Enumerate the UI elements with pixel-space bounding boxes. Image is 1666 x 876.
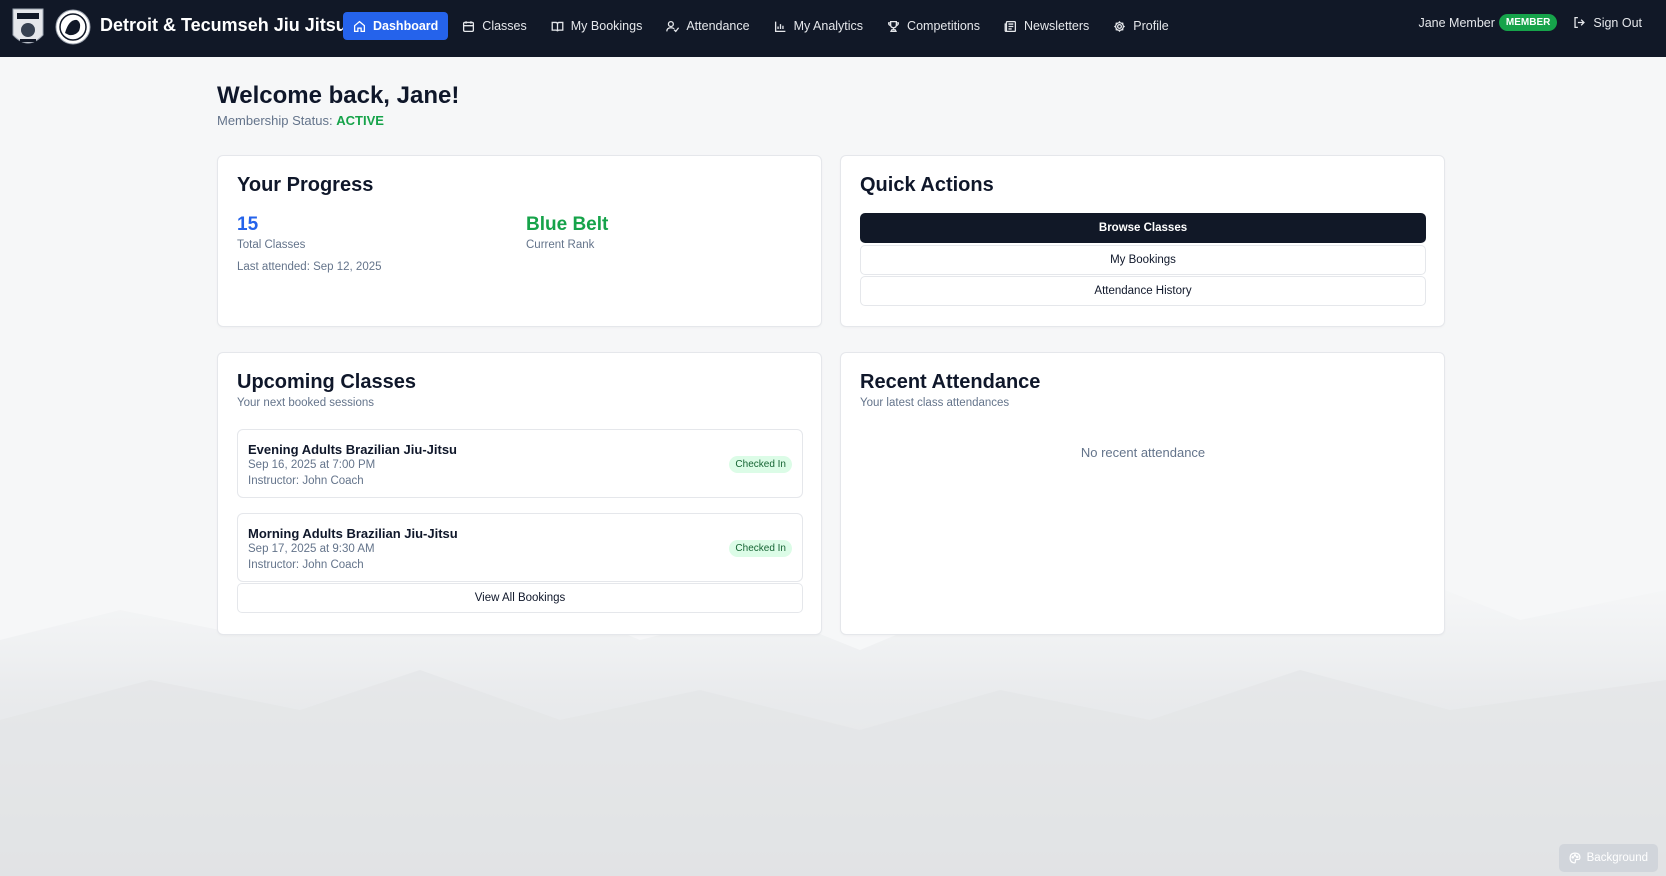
nav-classes[interactable]: Classes [452, 12, 536, 40]
empty-attendance-message: No recent attendance [1080, 445, 1206, 460]
nav-label: Newsletters [1024, 19, 1090, 33]
sign-out-button[interactable]: Sign Out [1573, 16, 1642, 30]
checked-in-badge: Checked In [729, 540, 792, 557]
book-icon [551, 21, 564, 31]
calendar-icon [463, 20, 475, 32]
home-icon [353, 20, 366, 32]
total-classes-value: 15 [237, 214, 259, 235]
recent-attendance-card: Recent Attendance Your latest class atte… [840, 352, 1445, 635]
nav-profile[interactable]: Profile [1103, 12, 1178, 40]
detroit-logo-icon[interactable] [10, 5, 46, 51]
total-classes-label: Total Classes [237, 239, 306, 251]
upcoming-classes-subtitle: Your next booked sessions [237, 397, 375, 409]
sign-out-label: Sign Out [1593, 15, 1642, 30]
class-time: Sep 16, 2025 at 7:00 PM [248, 459, 376, 471]
progress-card: Your Progress 15 Total Classes Last atte… [217, 155, 822, 327]
bar-chart-icon [774, 21, 785, 32]
nav-label: Dashboard [373, 19, 439, 33]
nav-label: My Analytics [793, 19, 864, 33]
user-menu: Jane Member MEMBER Sign Out [1418, 14, 1642, 31]
upcoming-classes-card: Upcoming Classes Your next booked sessio… [217, 352, 822, 635]
last-attended: Last attended: Sep 12, 2025 [237, 261, 382, 273]
brand-name[interactable]: Detroit & Tecumseh Jiu Jitsu [100, 15, 347, 36]
nav-my-analytics[interactable]: My Analytics [764, 12, 873, 40]
my-bookings-button[interactable]: My Bookings [860, 245, 1426, 275]
class-list-item[interactable]: Morning Adults Brazilian Jiu-Jitsu Sep 1… [237, 513, 803, 582]
attendance-history-button[interactable]: Attendance History [860, 276, 1426, 306]
quick-actions-card: Quick Actions Browse Classes My Bookings… [840, 155, 1445, 327]
nav-label: Attendance [686, 19, 750, 33]
class-time: Sep 17, 2025 at 9:30 AM [248, 543, 375, 555]
nav-label: My Bookings [570, 19, 643, 33]
class-list-item[interactable]: Evening Adults Brazilian Jiu-Jitsu Sep 1… [237, 429, 803, 498]
trophy-icon [888, 20, 900, 32]
newspaper-icon [1004, 20, 1017, 32]
nav-competitions[interactable]: Competitions [877, 12, 990, 40]
top-navbar: Detroit & Tecumseh Jiu Jitsu Dashboard C… [0, 0, 1666, 57]
nav-label: Competitions [907, 19, 980, 33]
progress-title: Your Progress [237, 174, 374, 196]
palette-icon [1569, 852, 1581, 864]
recent-attendance-subtitle: Your latest class attendances [860, 397, 1010, 409]
view-all-bookings-button[interactable]: View All Bookings [237, 583, 803, 613]
nav-label: Classes [482, 19, 527, 33]
tecumseh-logo-icon[interactable] [55, 9, 91, 45]
membership-status: Membership Status: ACTIVE [217, 113, 384, 128]
nav-attendance[interactable]: Attendance [656, 12, 759, 40]
nav-my-bookings[interactable]: My Bookings [541, 12, 653, 40]
nav-dashboard[interactable]: Dashboard [343, 12, 449, 40]
nav-label: Profile [1133, 19, 1169, 33]
checked-in-badge: Checked In [729, 456, 792, 473]
user-name: Jane Member [1418, 15, 1495, 30]
user-check-icon [666, 20, 680, 32]
current-rank-value: Blue Belt [526, 214, 609, 235]
page-title: Welcome back, Jane! [217, 82, 460, 109]
recent-attendance-title: Recent Attendance [860, 371, 1041, 393]
role-badge: MEMBER [1498, 14, 1558, 31]
nav-newsletters[interactable]: Newsletters [994, 12, 1099, 40]
membership-label: Membership Status: [217, 113, 333, 128]
browse-classes-button[interactable]: Browse Classes [860, 213, 1426, 243]
gear-icon [1114, 20, 1126, 32]
main-nav: Dashboard Classes My Bookings Attendance… [343, 12, 1179, 40]
current-rank-label: Current Rank [526, 239, 595, 251]
background-toggle-button[interactable]: Background [1558, 844, 1658, 872]
class-name: Morning Adults Brazilian Jiu-Jitsu [248, 526, 458, 541]
class-instructor: Instructor: John Coach [248, 559, 364, 571]
membership-status-value: ACTIVE [336, 113, 384, 128]
background-button-label: Background [1586, 852, 1648, 864]
upcoming-classes-title: Upcoming Classes [237, 371, 416, 393]
class-name: Evening Adults Brazilian Jiu-Jitsu [248, 442, 457, 457]
sign-out-icon [1574, 16, 1586, 29]
quick-actions-title: Quick Actions [860, 174, 994, 196]
class-instructor: Instructor: John Coach [248, 475, 364, 487]
